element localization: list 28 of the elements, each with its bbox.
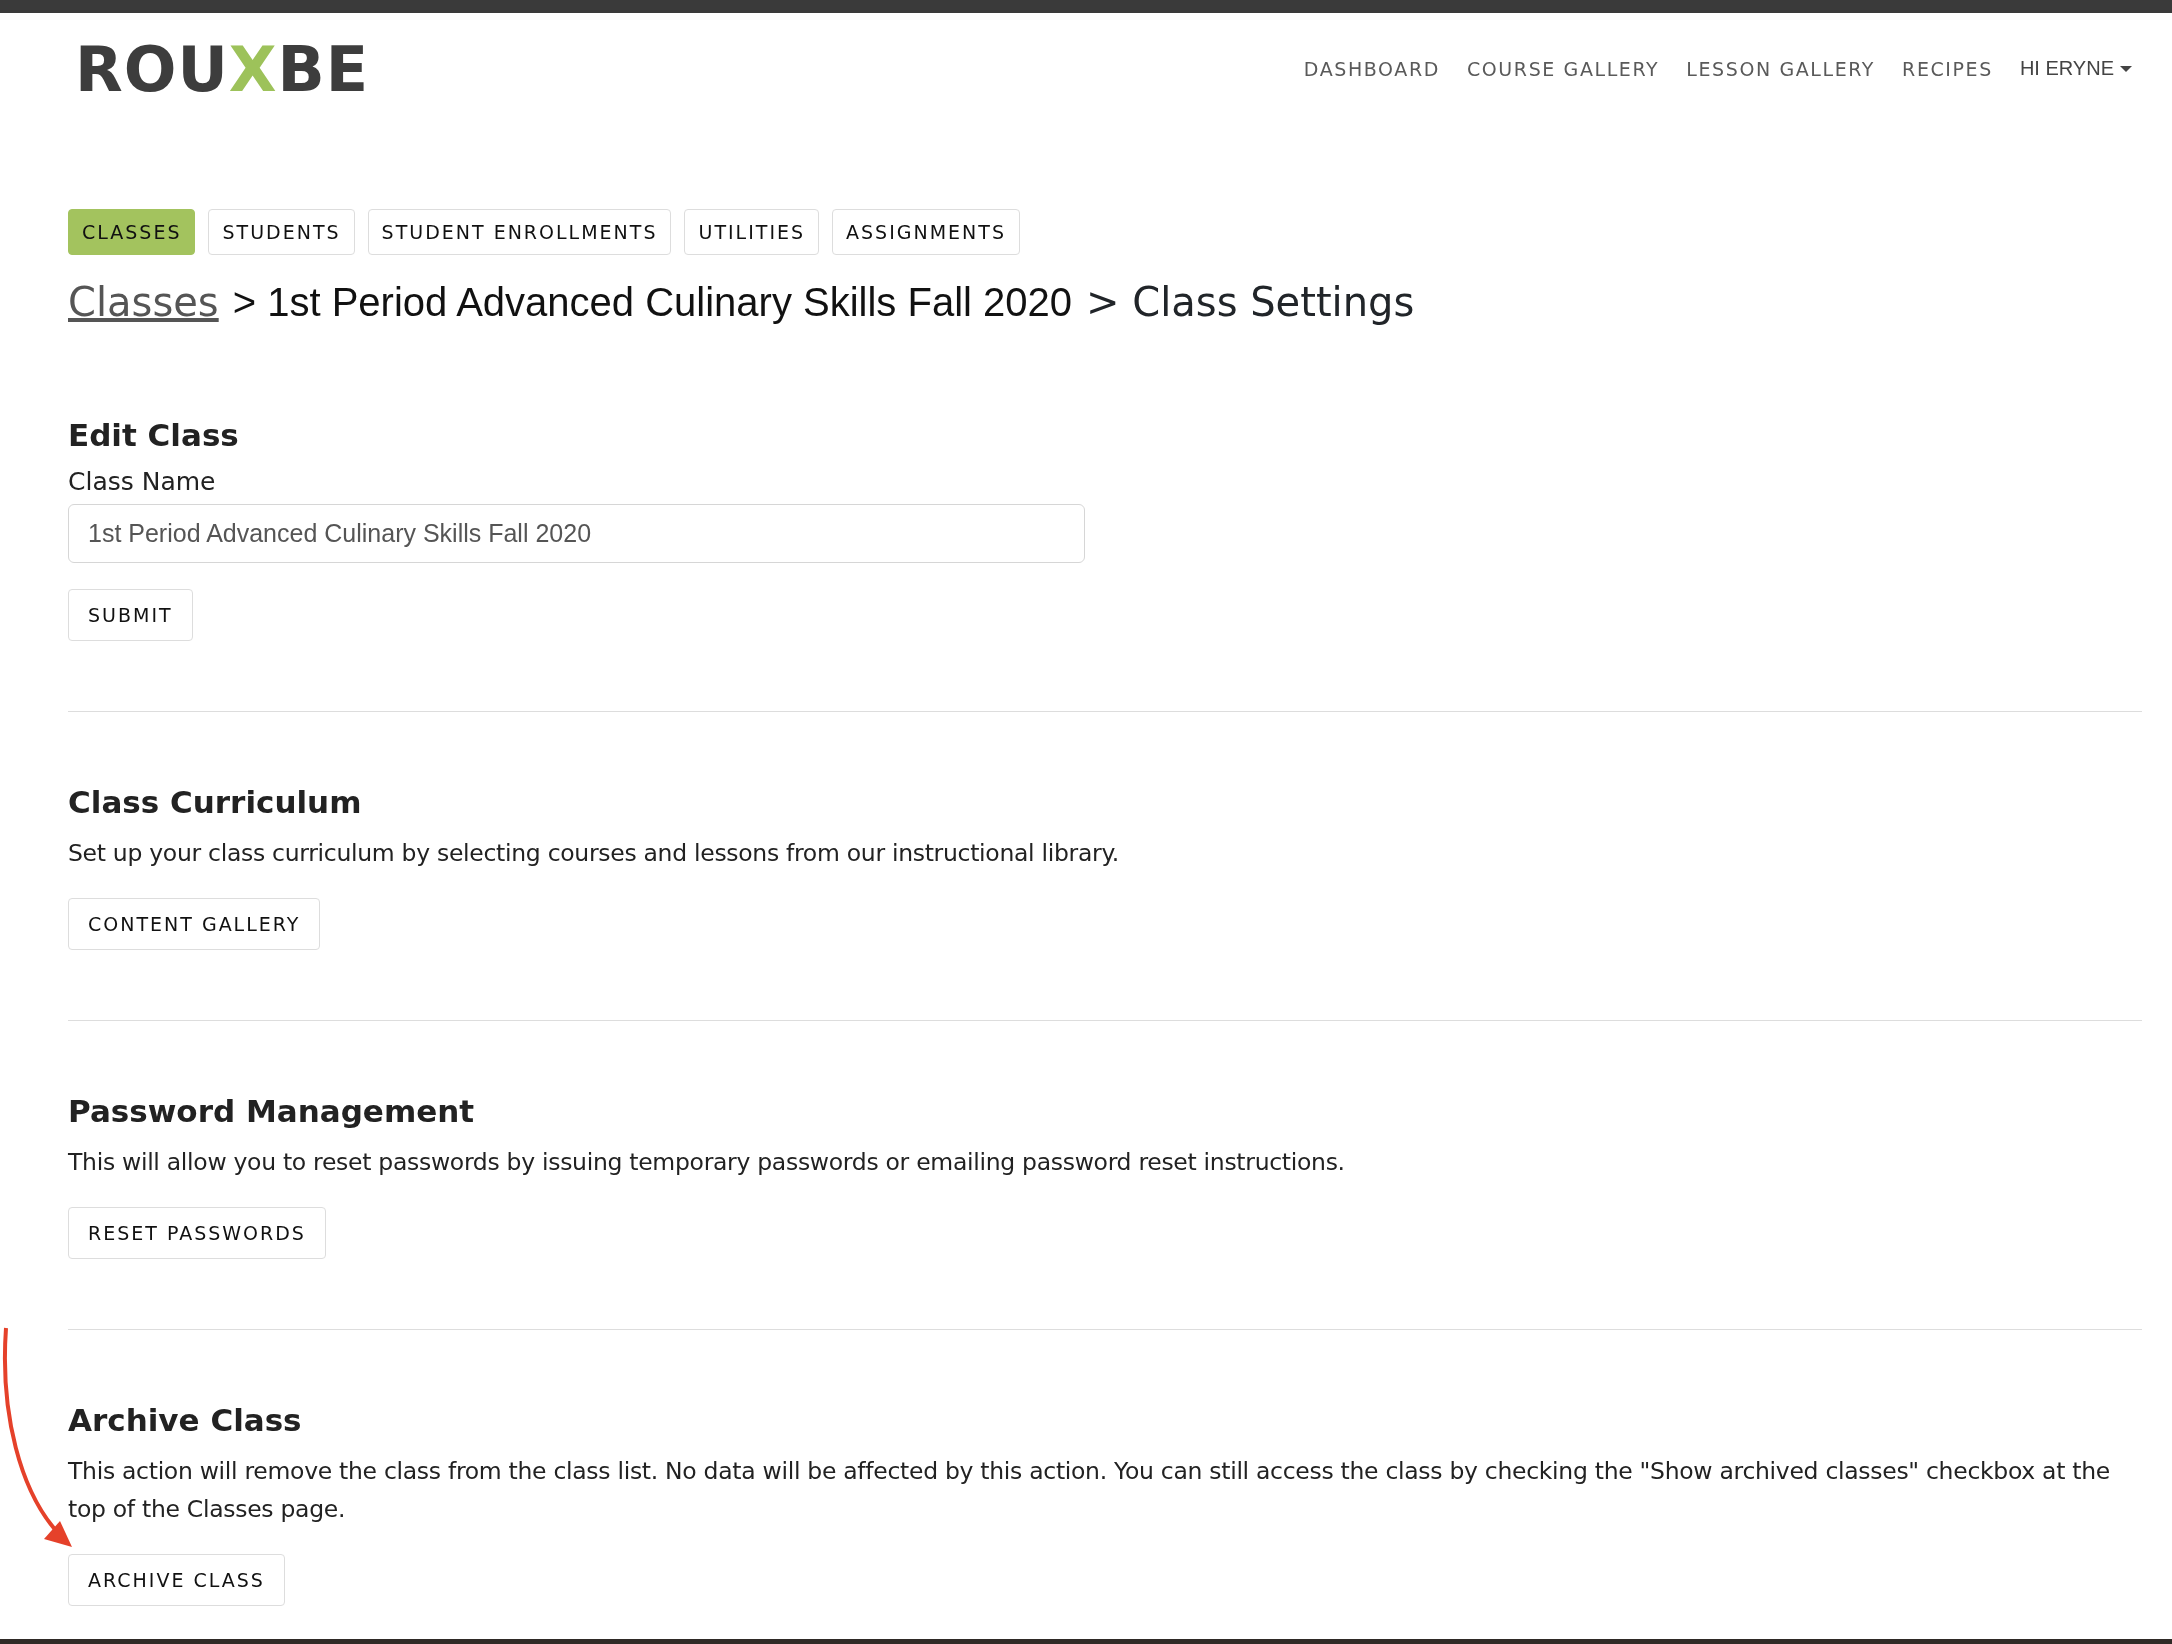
section-description: Set up your class curriculum by selecting courses and lessons from our instructional library. <box>68 838 1120 869</box>
section-description: This action will remove the class from the class list. No data will be affected by this action. You can still access the class by checking the "Show archived classes" checkbox at the top of the Classes page. <box>68 1456 2111 1525</box>
breadcrumb-current: > Class Settings <box>1086 279 1415 325</box>
nav-link[interactable]: RECIPES <box>1902 57 1993 80</box>
field-label: Class Name <box>68 467 217 496</box>
nav-link[interactable]: DASHBOARD <box>1303 57 1440 80</box>
action-button[interactable]: RESET PASSWORDS <box>68 1207 326 1259</box>
section-heading: Class Curriculum <box>68 784 363 820</box>
tab[interactable]: UTILITIES <box>684 209 820 255</box>
tab[interactable]: STUDENT ENROLLMENTS <box>367 209 672 255</box>
class-name-field[interactable]: 1st Period Advanced Culinary Skills Fall 2020 <box>68 504 1085 563</box>
nav-link[interactable]: COURSE GALLERY <box>1466 57 1660 80</box>
user-menu[interactable]: HI ERYNE <box>2019 57 2132 80</box>
section-heading: Edit Class <box>68 417 240 453</box>
logo[interactable]: ROUXBE <box>75 39 370 101</box>
breadcrumb-link[interactable]: Classes <box>68 279 219 325</box>
section-description: This will allow you to reset passwords by issuing temporary passwords or emailing password reset instructions. <box>68 1147 1346 1178</box>
caret-icon <box>2120 65 2132 72</box>
section-heading: Password Management <box>68 1093 476 1129</box>
breadcrumb-item: > 1st Period Advanced Culinary Skills Fall 2020 <box>232 280 1073 325</box>
section-heading: Archive Class <box>68 1402 303 1438</box>
action-button[interactable]: CONTENT GALLERY <box>68 898 321 950</box>
tab[interactable]: CLASSES <box>68 209 196 255</box>
tab[interactable]: STUDENTS <box>208 209 355 255</box>
action-button[interactable]: ARCHIVE CLASS <box>68 1554 285 1606</box>
nav-link[interactable]: LESSON GALLERY <box>1686 57 1876 80</box>
tab[interactable]: ASSIGNMENTS <box>832 209 1020 255</box>
action-button[interactable]: SUBMIT <box>68 589 193 641</box>
